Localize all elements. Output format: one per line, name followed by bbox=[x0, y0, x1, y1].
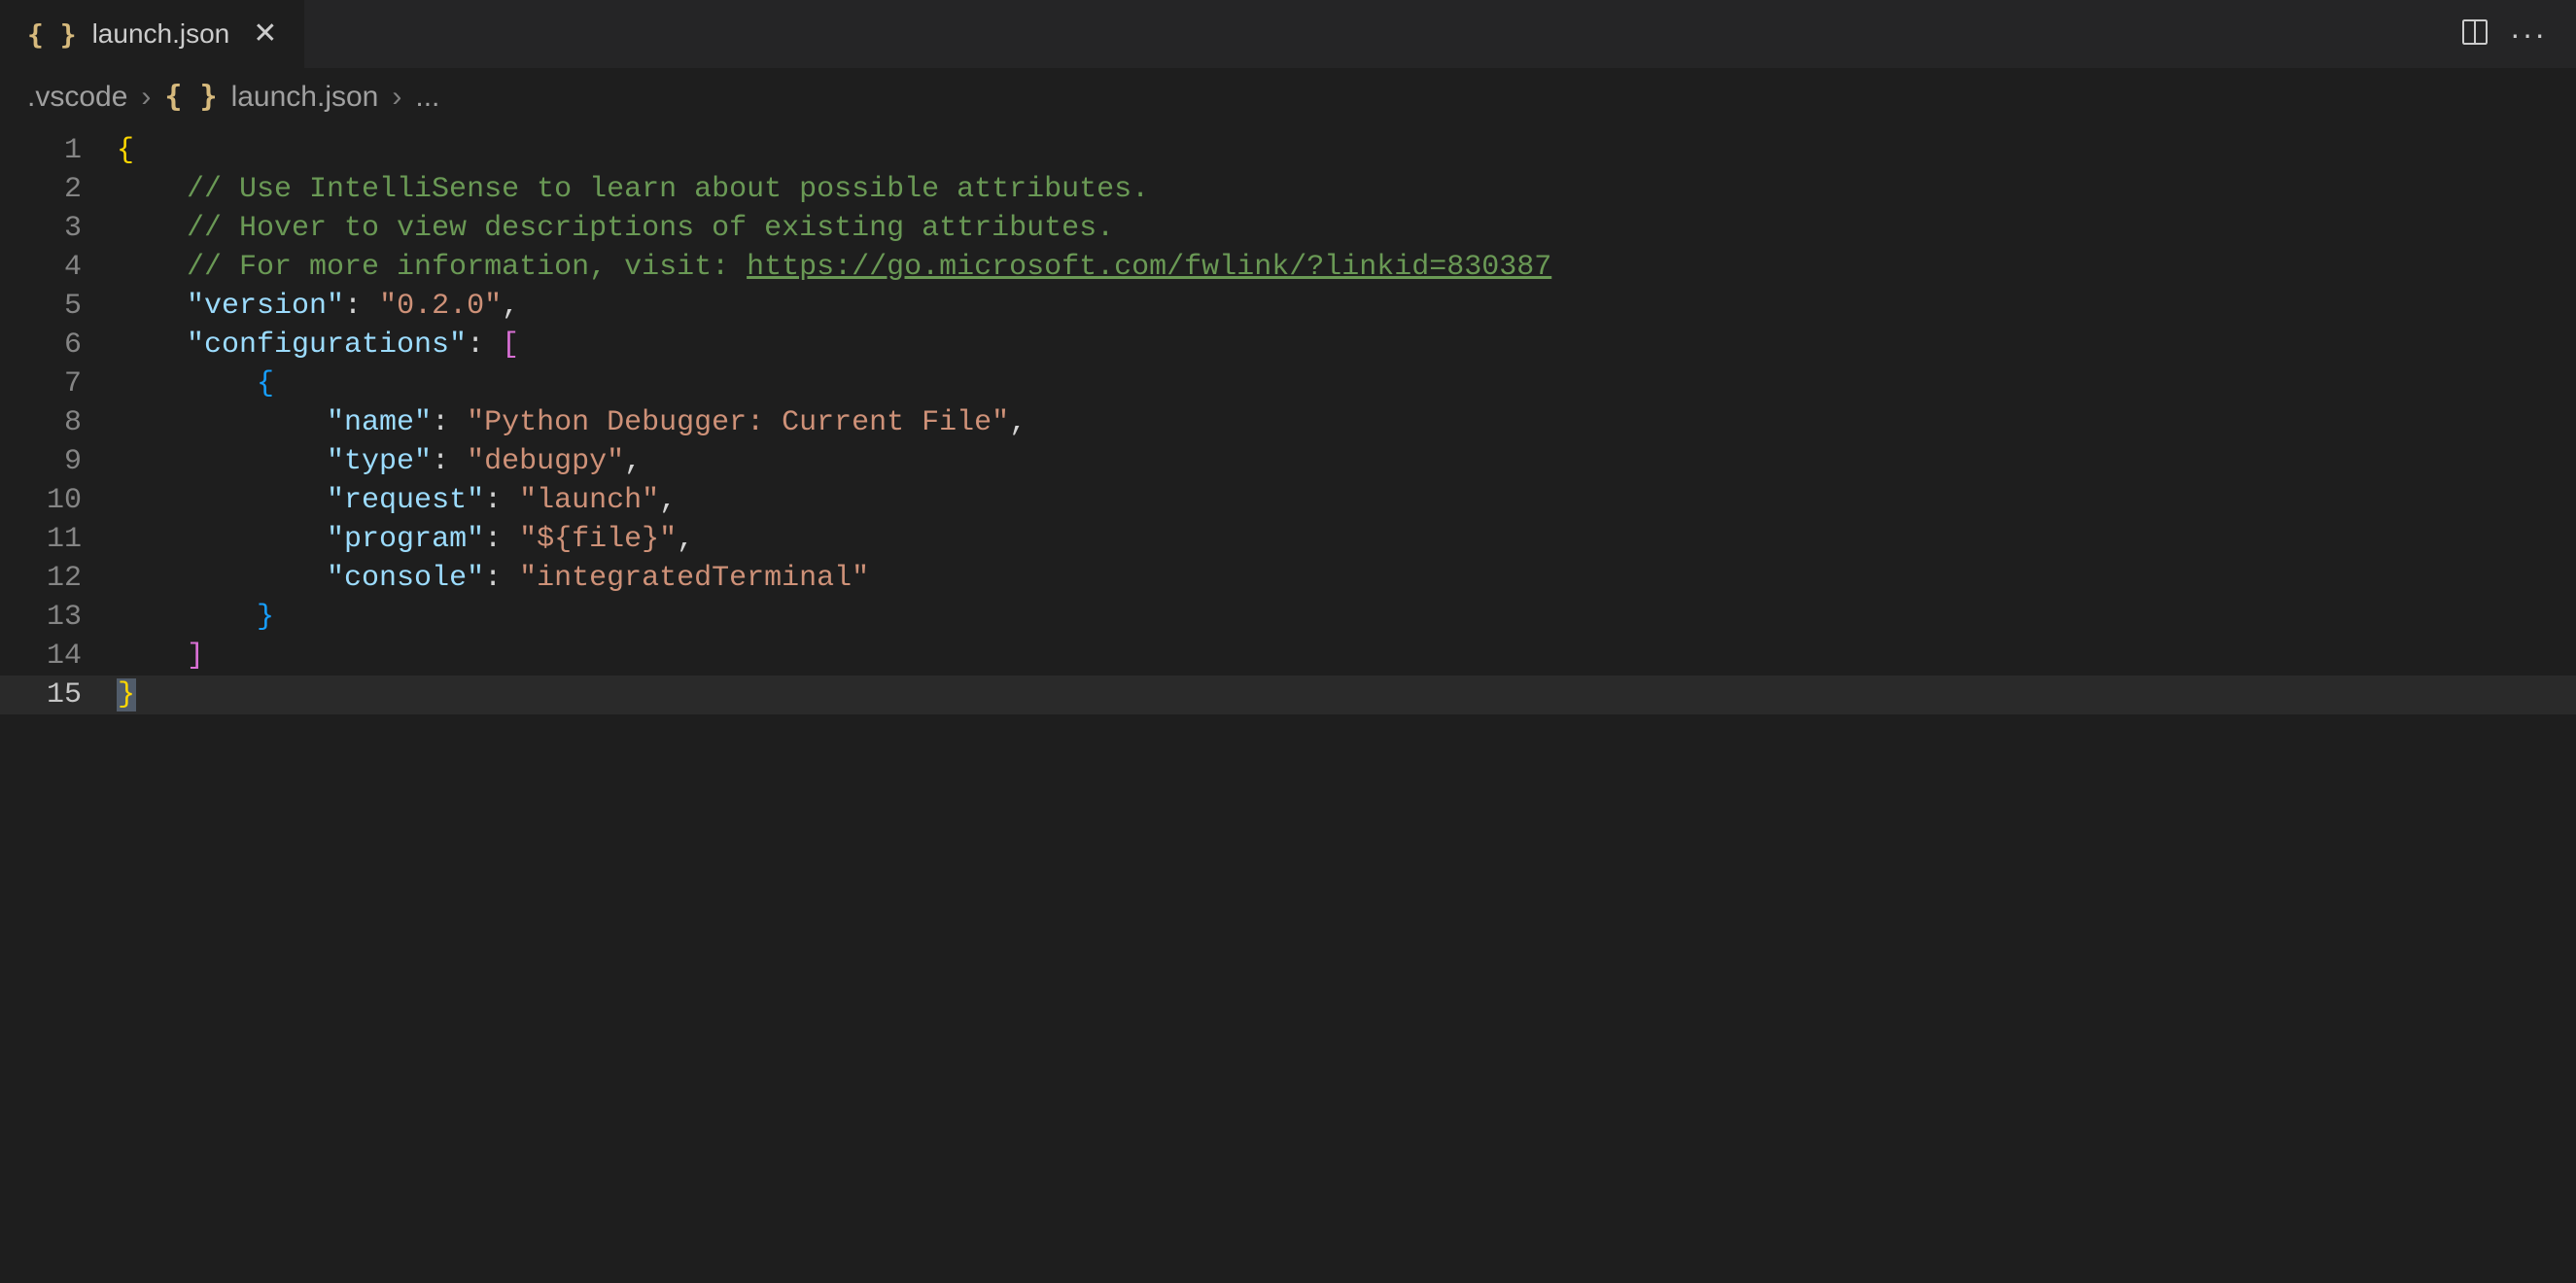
code-token: : bbox=[432, 445, 467, 478]
breadcrumb: .vscode › { } launch.json › ... bbox=[0, 68, 2576, 125]
code-line[interactable]: 8 "name": "Python Debugger: Current File… bbox=[0, 403, 2576, 442]
code-content[interactable]: } bbox=[117, 598, 2576, 637]
code-token: "name" bbox=[327, 406, 432, 439]
code-token: [ bbox=[502, 329, 519, 362]
tab-launch-json[interactable]: { } launch.json ✕ bbox=[0, 0, 304, 68]
tabs-container: { } launch.json ✕ bbox=[0, 0, 304, 68]
code-editor[interactable]: 1{2 // Use IntelliSense to learn about p… bbox=[0, 125, 2576, 714]
code-line[interactable]: 9 "type": "debugpy", bbox=[0, 442, 2576, 481]
more-actions-icon[interactable]: ··· bbox=[2510, 17, 2547, 52]
code-token: : bbox=[484, 523, 519, 556]
json-file-icon: { } bbox=[164, 80, 217, 114]
code-token: , bbox=[677, 523, 694, 556]
code-line[interactable]: 1{ bbox=[0, 131, 2576, 170]
breadcrumb-folder[interactable]: .vscode bbox=[27, 81, 127, 114]
code-token: { bbox=[117, 134, 134, 167]
code-content[interactable]: // Use IntelliSense to learn about possi… bbox=[117, 170, 2576, 209]
breadcrumb-file[interactable]: launch.json bbox=[231, 81, 379, 114]
line-number: 6 bbox=[0, 326, 117, 364]
tab-bar: { } launch.json ✕ ··· bbox=[0, 0, 2576, 68]
code-line[interactable]: 13 } bbox=[0, 598, 2576, 637]
code-token: { bbox=[257, 367, 274, 400]
code-line[interactable]: 14 ] bbox=[0, 637, 2576, 676]
code-line[interactable]: 6 "configurations": [ bbox=[0, 326, 2576, 364]
line-number: 11 bbox=[0, 520, 117, 559]
close-icon[interactable]: ✕ bbox=[245, 16, 285, 52]
line-number: 12 bbox=[0, 559, 117, 598]
code-token: } bbox=[117, 678, 136, 711]
code-content[interactable]: } bbox=[117, 676, 2576, 714]
code-token: , bbox=[624, 445, 642, 478]
line-number: 8 bbox=[0, 403, 117, 442]
code-token: // Use IntelliSense to learn about possi… bbox=[187, 173, 1149, 206]
code-token: : bbox=[484, 484, 519, 517]
line-number: 13 bbox=[0, 598, 117, 637]
code-token: : bbox=[344, 290, 379, 323]
code-token: : bbox=[432, 406, 467, 439]
code-content[interactable]: ] bbox=[117, 637, 2576, 676]
code-line[interactable]: 3 // Hover to view descriptions of exist… bbox=[0, 209, 2576, 248]
chevron-right-icon: › bbox=[141, 81, 151, 114]
code-content[interactable]: "version": "0.2.0", bbox=[117, 287, 2576, 326]
line-number: 4 bbox=[0, 248, 117, 287]
code-content[interactable]: "configurations": [ bbox=[117, 326, 2576, 364]
code-token: , bbox=[659, 484, 677, 517]
code-token: // Hover to view descriptions of existin… bbox=[187, 212, 1114, 245]
code-token: : bbox=[467, 329, 502, 362]
code-content[interactable]: "name": "Python Debugger: Current File", bbox=[117, 403, 2576, 442]
code-line[interactable]: 11 "program": "${file}", bbox=[0, 520, 2576, 559]
code-token: "version" bbox=[187, 290, 344, 323]
code-line[interactable]: 7 { bbox=[0, 364, 2576, 403]
code-token: "launch" bbox=[519, 484, 659, 517]
code-line[interactable]: 15} bbox=[0, 676, 2576, 714]
code-token: "debugpy" bbox=[467, 445, 624, 478]
code-token: , bbox=[502, 290, 519, 323]
code-content[interactable]: "console": "integratedTerminal" bbox=[117, 559, 2576, 598]
code-token: , bbox=[1009, 406, 1027, 439]
line-number: 1 bbox=[0, 131, 117, 170]
code-token: "program" bbox=[327, 523, 484, 556]
code-content[interactable]: { bbox=[117, 364, 2576, 403]
line-number: 5 bbox=[0, 287, 117, 326]
split-editor-icon[interactable] bbox=[2459, 17, 2490, 52]
code-content[interactable]: "request": "launch", bbox=[117, 481, 2576, 520]
code-token: "0.2.0" bbox=[379, 290, 502, 323]
code-content[interactable]: // For more information, visit: https://… bbox=[117, 248, 2576, 287]
line-number: 14 bbox=[0, 637, 117, 676]
code-token: : bbox=[484, 562, 519, 595]
code-token: "type" bbox=[327, 445, 432, 478]
chevron-right-icon: › bbox=[392, 81, 401, 114]
code-token: } bbox=[257, 601, 274, 634]
code-content[interactable]: // Hover to view descriptions of existin… bbox=[117, 209, 2576, 248]
code-token: "${file}" bbox=[519, 523, 677, 556]
line-number: 3 bbox=[0, 209, 117, 248]
line-number: 15 bbox=[0, 676, 117, 714]
tab-title: launch.json bbox=[92, 18, 230, 50]
code-token: "console" bbox=[327, 562, 484, 595]
code-token: "request" bbox=[327, 484, 484, 517]
code-token: // For more information, visit: bbox=[187, 251, 747, 284]
line-number: 2 bbox=[0, 170, 117, 209]
code-token: ] bbox=[187, 640, 204, 673]
code-content[interactable]: { bbox=[117, 131, 2576, 170]
editor-actions: ··· bbox=[2459, 17, 2576, 52]
code-line[interactable]: 4 // For more information, visit: https:… bbox=[0, 248, 2576, 287]
code-content[interactable]: "type": "debugpy", bbox=[117, 442, 2576, 481]
code-token: "Python Debugger: Current File" bbox=[467, 406, 1009, 439]
code-token: "integratedTerminal" bbox=[519, 562, 869, 595]
line-number: 10 bbox=[0, 481, 117, 520]
code-line[interactable]: 5 "version": "0.2.0", bbox=[0, 287, 2576, 326]
code-line[interactable]: 10 "request": "launch", bbox=[0, 481, 2576, 520]
code-line[interactable]: 12 "console": "integratedTerminal" bbox=[0, 559, 2576, 598]
code-line[interactable]: 2 // Use IntelliSense to learn about pos… bbox=[0, 170, 2576, 209]
code-content[interactable]: "program": "${file}", bbox=[117, 520, 2576, 559]
breadcrumb-symbol[interactable]: ... bbox=[415, 81, 439, 114]
comment-link[interactable]: https://go.microsoft.com/fwlink/?linkid=… bbox=[747, 251, 1551, 284]
line-number: 7 bbox=[0, 364, 117, 403]
json-file-icon: { } bbox=[27, 18, 77, 51]
code-token: "configurations" bbox=[187, 329, 467, 362]
line-number: 9 bbox=[0, 442, 117, 481]
